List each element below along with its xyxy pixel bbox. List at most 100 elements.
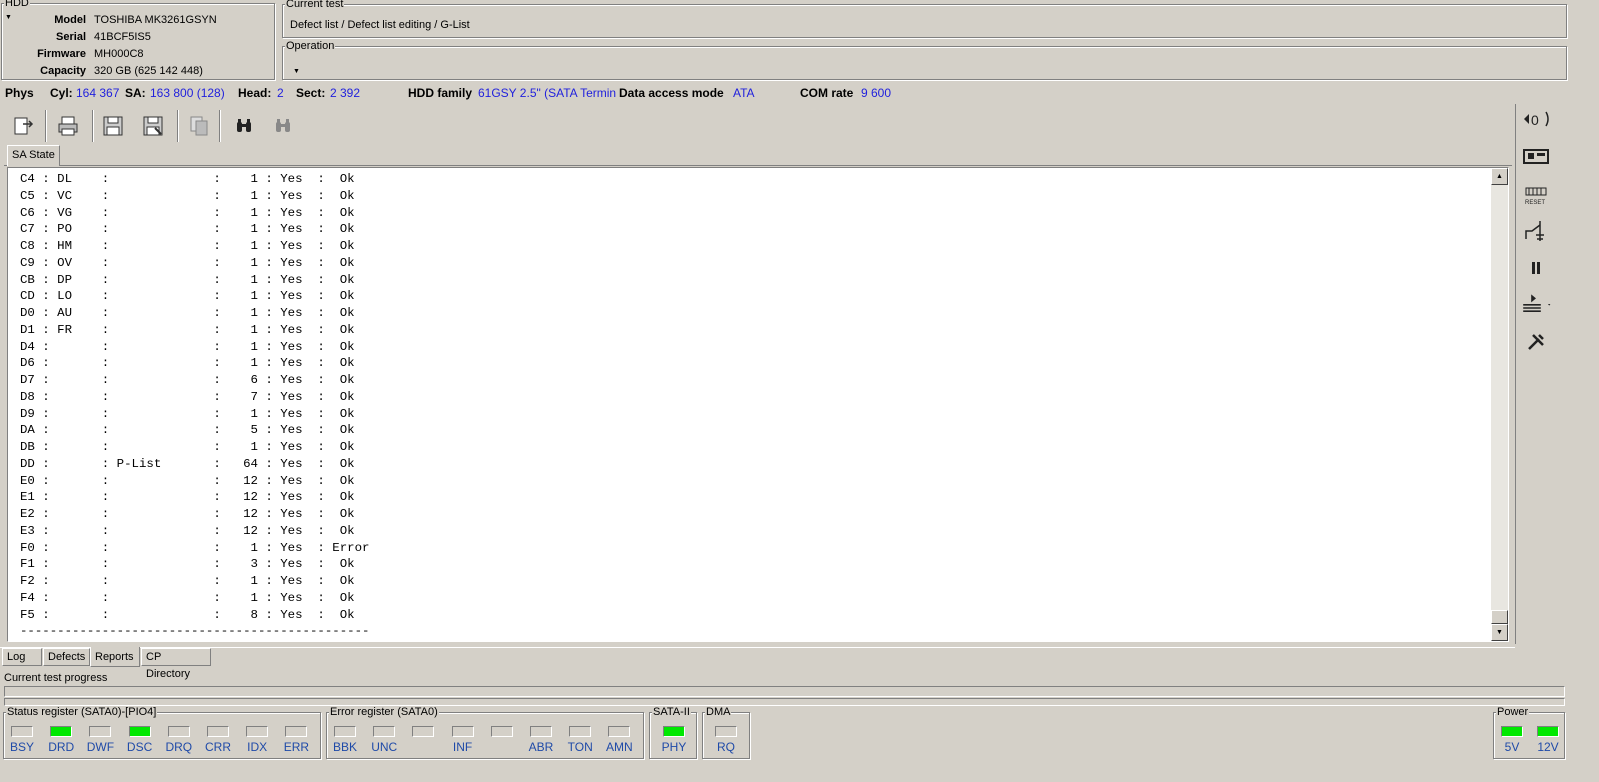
current-test-value: Defect list / Defect list editing / G-Li… xyxy=(290,19,470,31)
report-line: DB : : : 1 : Yes : Ok xyxy=(20,440,355,454)
led-label: DRD xyxy=(48,740,75,754)
board-icon[interactable] xyxy=(1520,141,1552,171)
led-label: 5V xyxy=(1504,740,1520,754)
cyl-label: Cyl: xyxy=(50,86,73,100)
report-line: DA : : : 5 : Yes : Ok xyxy=(20,423,355,438)
led-label: DWF xyxy=(86,740,115,754)
report-line: CB : DP : : 1 : Yes : Ok xyxy=(20,272,355,287)
scroll-thumb[interactable] xyxy=(1491,610,1508,624)
power-group: Power 5V 12V xyxy=(1493,706,1565,759)
report-line: C6 : VG : : 1 : Yes : Ok xyxy=(20,205,355,220)
com-rate-value: 9 600 xyxy=(861,86,892,100)
copy-icon[interactable] xyxy=(184,111,214,141)
led-phy xyxy=(663,726,685,737)
run-menu-icon[interactable] xyxy=(1520,289,1552,319)
sect-value: 2 392 xyxy=(330,86,361,100)
report-line: D7 : : : 6 : Yes : Ok xyxy=(20,373,355,387)
led-label: DRQ xyxy=(165,740,193,754)
reset-icon[interactable]: RESET xyxy=(1520,178,1552,208)
report-line: ----------------------------------------… xyxy=(20,624,370,639)
tab-reports[interactable]: Reports xyxy=(90,647,140,667)
led-idx xyxy=(246,726,269,737)
svg-text:0: 0 xyxy=(1531,112,1539,128)
report-line: E2 : : : 12 : Yes : Ok xyxy=(20,507,355,521)
report-line: F4 : : : 1 : Yes : Ok xyxy=(20,590,355,605)
report-tab-strip xyxy=(4,144,1512,166)
cyl-value: 164 367 xyxy=(76,86,120,100)
pause-icon[interactable] xyxy=(1520,253,1552,283)
hdd-capacity-label: Capacity xyxy=(40,65,86,77)
tools-icon[interactable] xyxy=(1520,327,1552,357)
led-label: BBK xyxy=(332,740,357,754)
hdd-group: HDD ▼ Model TOSHIBA MK3261GSYN Serial 41BC… xyxy=(1,0,275,80)
progress-bar xyxy=(4,686,1565,697)
current-test-group: Current test Defect list / Defect list e… xyxy=(282,0,1567,38)
led-unused-2 xyxy=(412,726,435,737)
report-line: D4 : : : 1 : Yes : Ok xyxy=(20,339,355,354)
led-12v xyxy=(1537,726,1559,737)
progress-label: Current test progress xyxy=(4,672,108,684)
led-label: ABR xyxy=(528,740,554,754)
drive-position-bar: Phys Cyl: 164 367 SA: 163 800 (128) Head… xyxy=(0,84,1515,102)
led-drq xyxy=(167,726,190,737)
report-line: D0 : AU : : 1 : Yes : Ok xyxy=(20,306,355,320)
operation-dropdown-arrow-icon[interactable]: ▼ xyxy=(293,68,300,75)
report-line: E1 : : : 12 : Yes : Ok xyxy=(20,490,355,505)
tab-cp-directory[interactable]: CP Directory xyxy=(141,648,211,680)
power-off-icon[interactable]: 0 xyxy=(1520,104,1552,134)
print-icon[interactable] xyxy=(53,111,83,141)
hdd-model-label: Model xyxy=(54,14,86,26)
scroll-down-icon[interactable]: ▼ xyxy=(1491,624,1508,641)
svg-text:RESET: RESET xyxy=(1525,200,1545,206)
sata2-group: SATA-II PHY xyxy=(649,706,697,759)
save-as-icon[interactable] xyxy=(138,111,168,141)
operation-group: Operation ▼ xyxy=(282,40,1567,80)
export-icon[interactable] xyxy=(9,111,39,141)
error-register-group: Error register (SATA0) BBK UNC INF ABR TON AM… xyxy=(326,706,644,759)
led-label: DSC xyxy=(126,740,153,754)
hdd-serial-value: 41BCF5IS5 xyxy=(94,31,151,43)
led-crr xyxy=(207,726,229,737)
led-label: 12V xyxy=(1537,740,1559,754)
find-icon[interactable] xyxy=(229,111,259,141)
report-line: DD : : P-List : 64 : Yes : Ok xyxy=(20,456,355,471)
status-register-group: Status register (SATA0)-[PIO4] BSY DRD DWF… xyxy=(3,706,321,759)
report-vertical-scrollbar[interactable]: ▲ ▼ xyxy=(1491,168,1508,641)
head-label: Head: xyxy=(238,86,272,100)
scroll-up-icon[interactable]: ▲ xyxy=(1491,168,1508,185)
phys-label: Phys xyxy=(5,86,34,100)
tab-log[interactable]: Log xyxy=(2,648,42,666)
led-abr xyxy=(530,726,552,737)
report-line: C9 : OV : : 1 : Yes : Ok xyxy=(20,255,355,270)
report-text-area[interactable]: C4 : DL : : 1 : Yes : Ok C5 : VC : : 1 : … xyxy=(7,167,1509,642)
led-label: AMN xyxy=(606,740,633,754)
tab-defects[interactable]: Defects xyxy=(43,648,90,666)
led-dsc xyxy=(128,726,151,737)
hdd-model-value: TOSHIBA MK3261GSYN xyxy=(94,14,217,26)
save-icon[interactable] xyxy=(98,111,128,141)
led-label: CRR xyxy=(205,740,231,754)
sata2-title: SATA-II xyxy=(652,706,691,718)
led-bbk xyxy=(334,726,356,737)
report-line: F5 : : : 8 : Yes : Ok xyxy=(20,607,355,622)
led-label: ERR xyxy=(283,740,310,754)
led-unused-4 xyxy=(490,726,513,737)
tab-sa-state[interactable]: SA State xyxy=(7,145,60,166)
progress-bar-secondary xyxy=(4,698,1565,706)
led-drd xyxy=(50,726,73,737)
switch-icon[interactable] xyxy=(1520,216,1552,246)
operation-title: Operation xyxy=(285,40,336,52)
access-mode-value: ATA xyxy=(733,86,755,100)
access-mode-label: Data access mode xyxy=(619,86,724,100)
led-unc xyxy=(373,726,396,737)
find-next-icon[interactable] xyxy=(268,111,298,141)
hdd-family-label: HDD family xyxy=(408,86,473,100)
hdd-group-title: HDD xyxy=(4,0,30,9)
led-5v xyxy=(1501,726,1523,737)
report-line: D6 : : : 1 : Yes : Ok xyxy=(20,356,355,371)
led-err xyxy=(285,726,308,737)
report-line: C4 : DL : : 1 : Yes : Ok xyxy=(20,172,355,186)
report-line: F1 : : : 3 : Yes : Ok xyxy=(20,557,355,572)
hdd-serial-row: Serial 41BCF5IS5 xyxy=(4,29,151,46)
report-line: E3 : : : 12 : Yes : Ok xyxy=(20,523,355,538)
